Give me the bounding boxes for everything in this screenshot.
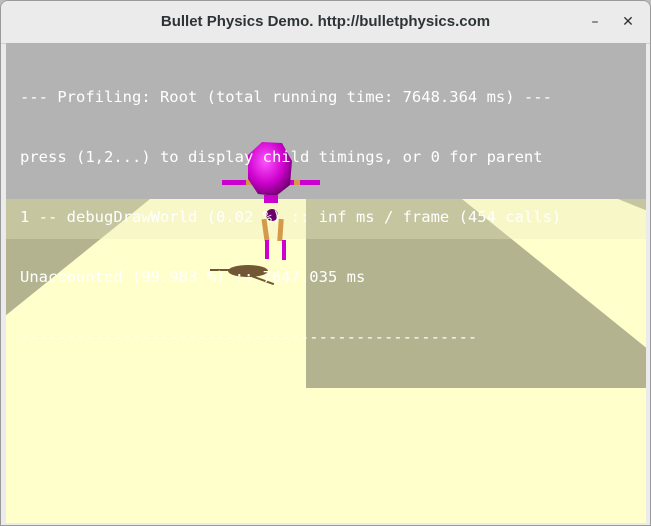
title-bar[interactable]: Bullet Physics Demo. http://bulletphysic…	[1, 1, 650, 44]
profiler-instructions: press (1,2...) to display child timings,…	[20, 148, 543, 166]
profiler-overlay: --- Profiling: Root (total running time:…	[20, 47, 561, 387]
app-window: Bullet Physics Demo. http://bulletphysic…	[0, 0, 651, 526]
window-title: Bullet Physics Demo. http://bulletphysic…	[160, 13, 491, 30]
profiler-separator: ----------------------------------------…	[20, 328, 478, 346]
profiler-unaccounted: Unaccounted (99.983 %) :: 7647.035 ms	[20, 268, 366, 286]
profiler-header: --- Profiling: Root (total running time:…	[20, 88, 552, 106]
render-viewport[interactable]: --- Profiling: Root (total running time:…	[6, 43, 646, 523]
minimize-icon[interactable]: –	[583, 10, 607, 34]
close-icon[interactable]: ✕	[616, 10, 640, 34]
profiler-entry: 1 -- debugDrawWorld (0.02 %) :: inf ms /…	[20, 208, 562, 226]
